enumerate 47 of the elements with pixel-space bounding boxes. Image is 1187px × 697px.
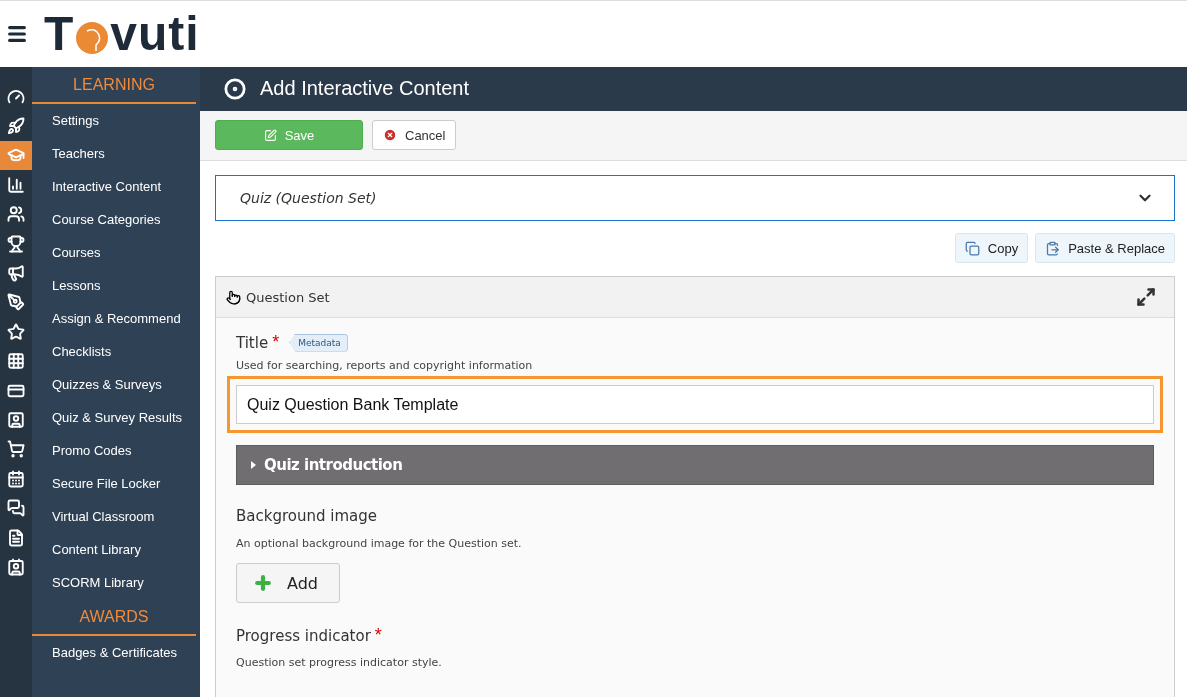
field-label: Background image — [236, 507, 378, 525]
sidebar-item[interactable]: Quizzes & Surveys — [32, 368, 200, 401]
edit-icon — [263, 128, 277, 142]
field-help: Question set progress indicator style. — [236, 656, 443, 669]
close-icon — [383, 128, 397, 143]
page-title: Add Interactive Content — [260, 77, 469, 101]
sidebar-item[interactable]: Content Library — [32, 533, 200, 566]
sidebar-item[interactable]: Lessons — [32, 269, 200, 302]
sidebar-item[interactable]: Assign & Recommend — [32, 302, 200, 335]
field-help: An optional background image for the Question set. — [236, 537, 523, 550]
cancel-button[interactable]: Cancel — [372, 120, 457, 151]
field-label: Title — [236, 333, 269, 352]
sidebar-item[interactable]: Badges & Certificates — [32, 636, 200, 669]
target-icon — [224, 77, 246, 100]
sidebar-item[interactable]: Teachers — [32, 137, 200, 170]
panel-title: Question Set — [246, 289, 330, 305]
field-label: Progress indicator — [236, 626, 371, 645]
sidebar-heading: LEARNING — [32, 67, 196, 104]
graduation-icon[interactable] — [0, 140, 32, 171]
pointer-icon — [226, 289, 241, 305]
sidebar-item[interactable]: Settings — [32, 104, 200, 137]
copy-icon — [964, 240, 980, 256]
required-asterisk: * — [272, 332, 280, 353]
logo: T vuti — [44, 10, 200, 58]
paste-replace-button[interactable]: Paste & Replace — [1035, 233, 1175, 263]
quiz-introduction-section[interactable]: Quiz introduction — [236, 445, 1154, 485]
sidebar-heading: AWARDS — [32, 599, 196, 636]
add-button[interactable]: Add — [236, 563, 340, 603]
plus-icon — [253, 573, 273, 593]
sidebar-item[interactable]: Quiz & Survey Results — [32, 401, 200, 434]
sidebar-item[interactable]: Virtual Classroom — [32, 500, 200, 533]
sidebar-item[interactable]: Interactive Content — [32, 170, 200, 203]
metadata-tag[interactable]: Metadata — [289, 333, 348, 352]
sidebar-item[interactable]: Checklists — [32, 335, 200, 368]
clipboard-icon — [1045, 240, 1061, 256]
content-type-dropdown[interactable]: Quiz (Question Set) — [215, 175, 1175, 221]
copy-button[interactable]: Copy — [954, 233, 1029, 263]
expand-icon[interactable] — [1136, 287, 1156, 307]
sidebar-item[interactable]: Courses — [32, 236, 200, 269]
sidebar-item[interactable]: Promo Codes — [32, 434, 200, 467]
required-asterisk: * — [374, 625, 382, 646]
sidebar-item[interactable]: Secure File Locker — [32, 467, 200, 500]
menu-icon — [6, 23, 28, 45]
sidebar-item[interactable]: SCORM Library — [32, 566, 200, 599]
field-help: Used for searching, reports and copyright information — [236, 359, 534, 372]
sidebar-item[interactable]: Course Categories — [32, 203, 200, 236]
title-input[interactable]: Quiz Question Bank Template — [236, 385, 1154, 424]
